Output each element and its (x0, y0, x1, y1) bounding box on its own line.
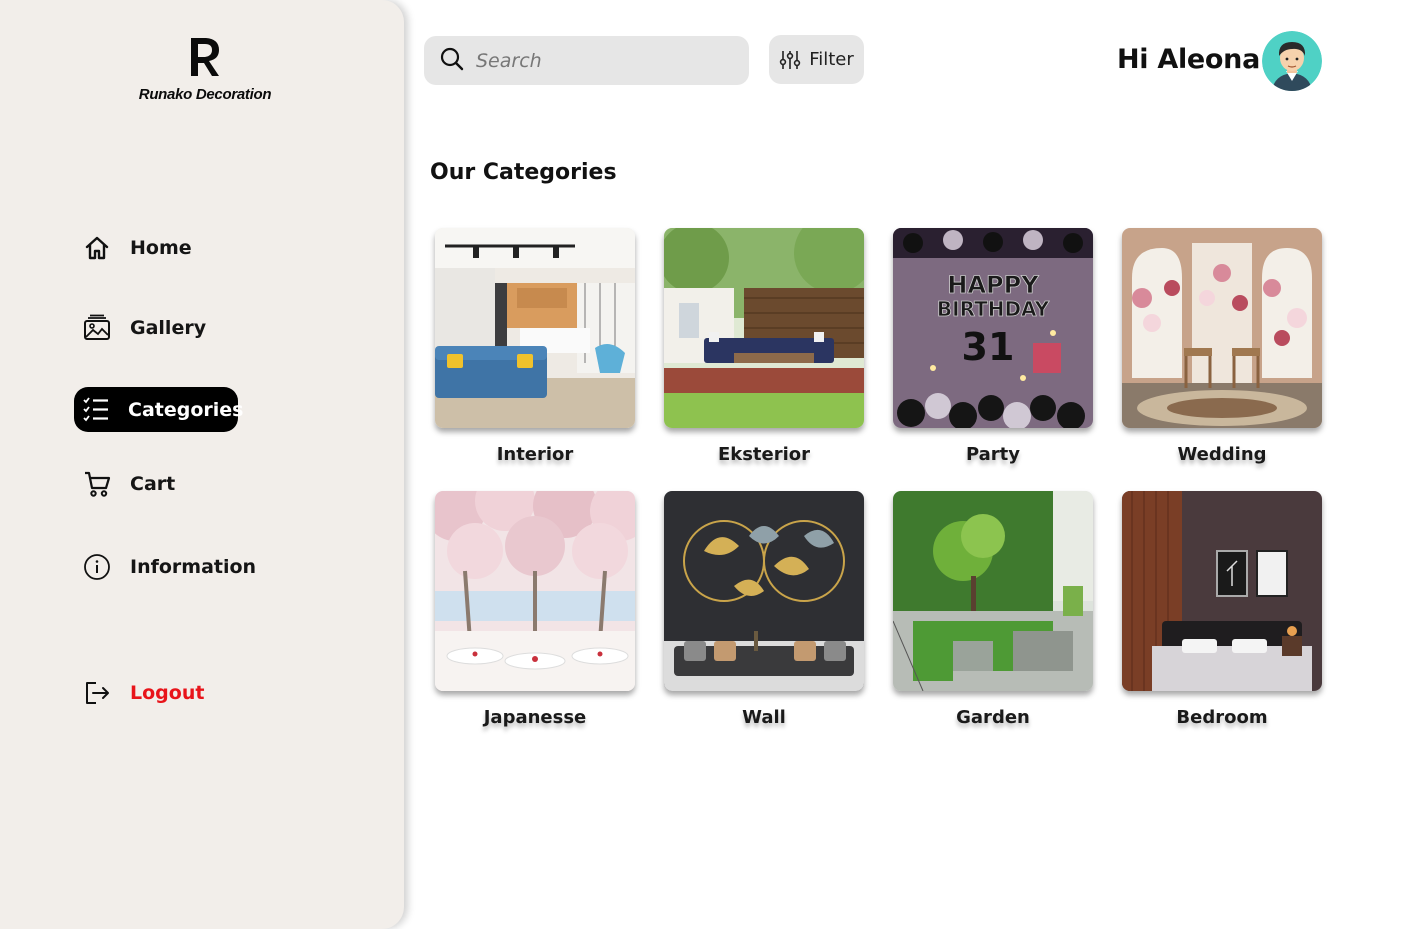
category-label: Japanesse (483, 707, 587, 728)
cart-icon (82, 469, 112, 499)
sidebar-item-cart[interactable]: Cart (74, 461, 189, 506)
sliders-icon (780, 50, 801, 69)
category-label: Eksterior (717, 444, 811, 465)
category-card-wall[interactable]: Wall (664, 491, 864, 728)
category-card-interior[interactable]: Interior (435, 228, 635, 465)
search-bar[interactable] (424, 36, 749, 85)
category-image (435, 228, 635, 428)
category-image (1122, 491, 1322, 691)
sidebar-item-information[interactable]: Information (74, 544, 270, 589)
logout-label: Logout (130, 681, 205, 704)
category-image (435, 491, 635, 691)
category-card-garden[interactable]: Garden (893, 491, 1093, 728)
category-card-bedroom[interactable]: Bedroom (1122, 491, 1322, 728)
sidebar: Runako Decoration Home Gallery Categorie… (0, 0, 404, 929)
party-banner-number: 31 (962, 325, 1015, 369)
home-icon (82, 233, 112, 263)
brand-logo[interactable]: Runako Decoration (120, 34, 290, 103)
category-label: Interior (496, 444, 574, 465)
sidebar-item-label: Categories (128, 398, 244, 421)
category-image (664, 228, 864, 428)
user-greeting: Hi Aleona (1117, 44, 1261, 75)
category-card-party[interactable]: HAPPY BIRTHDAY 31 Party (893, 228, 1093, 465)
sidebar-item-label: Gallery (130, 316, 207, 339)
sidebar-item-gallery[interactable]: Gallery (74, 305, 220, 350)
filter-button[interactable]: Filter (769, 35, 864, 84)
brand-name: Runako Decoration (138, 86, 272, 103)
category-card-wedding[interactable]: Wedding (1122, 228, 1322, 465)
category-image (664, 491, 864, 691)
logout-button[interactable]: Logout (74, 670, 218, 715)
logo-mark-icon (191, 38, 219, 76)
category-image: HAPPY BIRTHDAY 31 (893, 228, 1093, 428)
sidebar-item-categories[interactable]: Categories (74, 387, 243, 432)
category-label: Wedding (1177, 444, 1267, 465)
sidebar-item-label: Information (130, 555, 257, 578)
category-label: Bedroom (1176, 707, 1268, 728)
category-image (893, 491, 1093, 691)
avatar[interactable] (1262, 31, 1322, 91)
list-icon (82, 395, 110, 425)
category-card-eksterior[interactable]: Eksterior (664, 228, 864, 465)
category-label: Wall (742, 707, 786, 728)
sidebar-item-home[interactable]: Home (74, 225, 206, 270)
gallery-icon (82, 313, 112, 343)
logout-icon (82, 678, 112, 708)
category-label: Party (965, 444, 1021, 465)
sidebar-item-label: Cart (130, 472, 176, 495)
page-title: Our Categories (430, 160, 617, 185)
info-icon (82, 552, 112, 582)
search-input[interactable] (476, 49, 716, 72)
category-label: Garden (956, 707, 1030, 728)
party-banner-line1: HAPPY (947, 271, 1039, 299)
sidebar-item-label: Home (130, 236, 192, 259)
filter-label: Filter (809, 49, 854, 70)
party-banner-line2: BIRTHDAY (937, 297, 1050, 321)
search-icon[interactable] (440, 47, 464, 75)
category-card-japanesse[interactable]: Japanesse (435, 491, 635, 728)
category-image (1122, 228, 1322, 428)
